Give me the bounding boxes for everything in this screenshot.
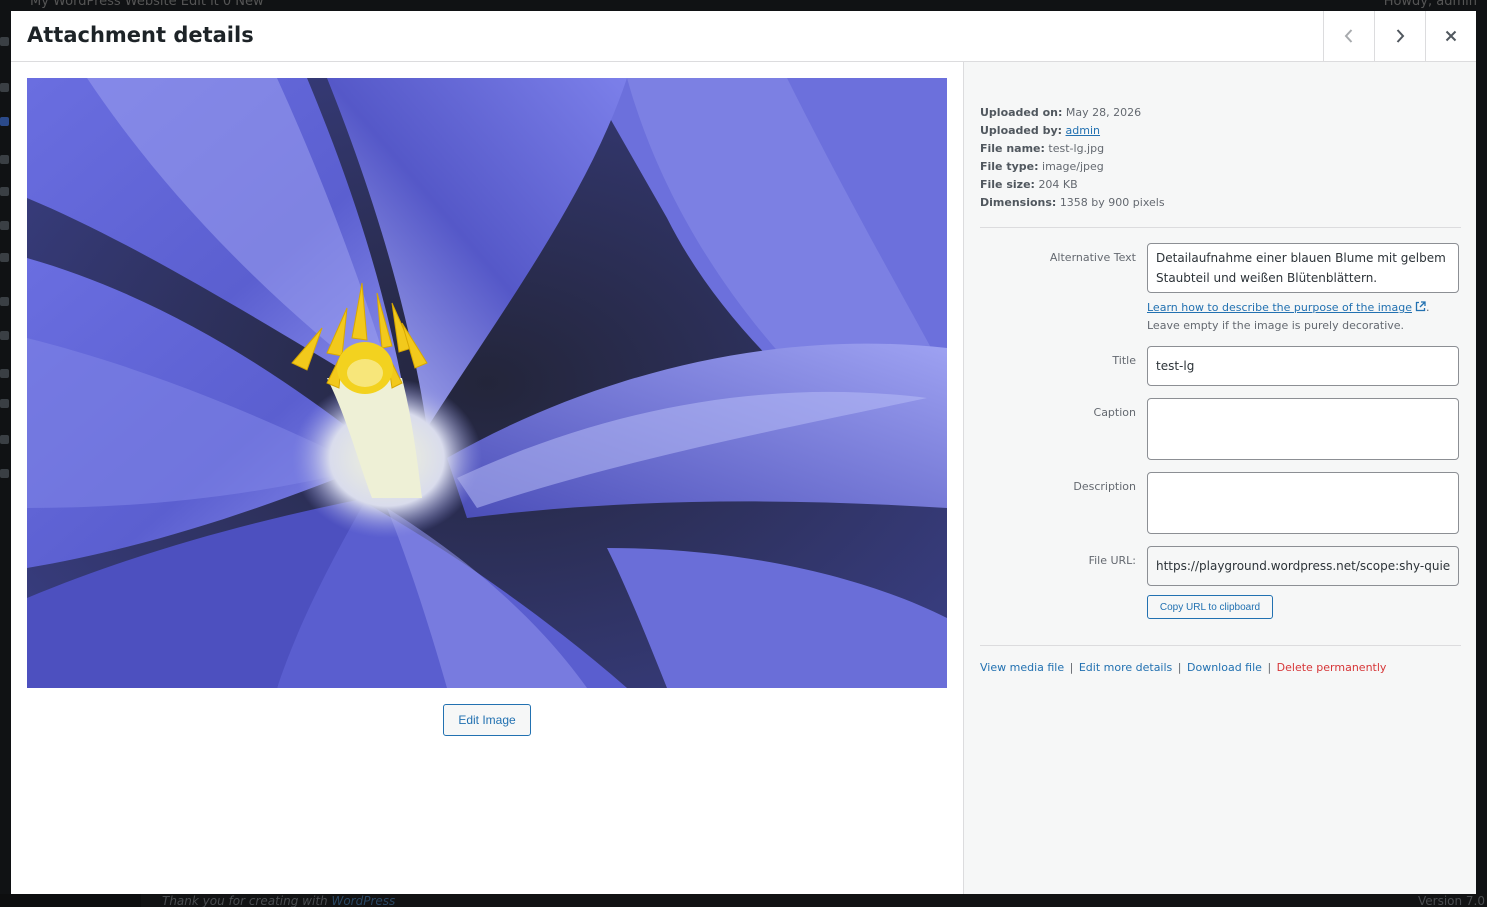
- menu-icon: [0, 297, 9, 306]
- chevron-right-icon: [1396, 29, 1405, 43]
- attachment-media-view: Edit Image: [11, 62, 963, 894]
- external-link-icon: [1415, 301, 1426, 312]
- alt-text-help: Learn how to describe the purpose of the…: [1147, 301, 1430, 332]
- file-name-row: File name: test-lg.jpg: [980, 142, 1105, 155]
- dimensions-row: Dimensions: 1358 by 900 pixels: [980, 196, 1165, 209]
- menu-icon: [0, 369, 9, 378]
- admin-menu-backdrop: [0, 11, 11, 907]
- page-backdrop-right: [1476, 11, 1487, 894]
- file-type-value: image/jpeg: [1042, 160, 1104, 173]
- title-input[interactable]: [1147, 346, 1459, 386]
- footer-version: Version 7.0: [1417, 894, 1485, 907]
- attachment-actions: View media file | Edit more details | Do…: [980, 661, 1387, 674]
- attachment-details-modal: Attachment details Edit Image Uploaded o…: [11, 11, 1476, 894]
- divider: [980, 645, 1461, 646]
- modal-title: Attachment details: [27, 23, 254, 47]
- close-icon: [1445, 30, 1457, 42]
- attachment-info-sidebar: Uploaded on: May 28, 2026 Uploaded by: a…: [963, 62, 1476, 894]
- next-button[interactable]: [1374, 11, 1425, 61]
- description-input[interactable]: [1147, 472, 1459, 534]
- previous-button[interactable]: [1323, 11, 1374, 61]
- menu-icon: [0, 83, 9, 92]
- alt-text-input[interactable]: Detailaufnahme einer blauen Blume mit ge…: [1147, 243, 1459, 293]
- admin-footer-backdrop: Thank you for creating with WordPress Ve…: [0, 894, 1487, 907]
- dimensions-value: 1358 by 900 pixels: [1059, 196, 1165, 209]
- menu-icon: [0, 435, 9, 444]
- caption-input[interactable]: [1147, 398, 1459, 460]
- menu-icon: [0, 37, 9, 46]
- menu-icon: [0, 331, 9, 340]
- file-details: Uploaded on: May 28, 2026 Uploaded by: a…: [980, 104, 1461, 212]
- view-media-file-link[interactable]: View media file: [980, 661, 1064, 674]
- menu-icon: [0, 187, 9, 196]
- menu-icon: [0, 469, 9, 478]
- uploaded-by-row: Uploaded by: admin: [980, 124, 1101, 137]
- file-name-value: test-lg.jpg: [1048, 142, 1105, 155]
- file-size-row: File size: 204 KB: [980, 178, 1078, 191]
- delete-permanently-link[interactable]: Delete permanently: [1277, 661, 1387, 674]
- title-label: Title: [1112, 354, 1136, 367]
- attachment-image: [27, 78, 947, 688]
- uploaded-by-link[interactable]: admin: [1066, 124, 1100, 137]
- edit-more-details-link[interactable]: Edit more details: [1079, 661, 1172, 674]
- alt-text-help-link[interactable]: Learn how to describe the purpose of the…: [1147, 301, 1426, 314]
- modal-header: Attachment details: [11, 11, 1476, 62]
- edit-image-button[interactable]: Edit Image: [443, 704, 531, 736]
- footer-thanks: Thank you for creating with WordPress: [162, 894, 396, 907]
- uploaded-on-row: Uploaded on: May 28, 2026: [980, 106, 1142, 119]
- flower-image: [27, 78, 947, 688]
- menu-icon: [0, 399, 9, 408]
- file-url-input[interactable]: [1147, 546, 1459, 586]
- download-file-link[interactable]: Download file: [1187, 661, 1262, 674]
- caption-label: Caption: [1093, 406, 1136, 419]
- admin-bar-backdrop: My WordPress Website Edit it 0 New Howdy…: [0, 0, 1487, 11]
- uploaded-on-value: May 28, 2026: [1065, 106, 1142, 119]
- close-button[interactable]: [1425, 11, 1476, 61]
- menu-icon: [0, 253, 9, 262]
- menu-icon: [0, 155, 9, 164]
- divider: [980, 227, 1461, 228]
- file-url-label: File URL:: [1088, 554, 1136, 567]
- admin-bar-text: My WordPress Website Edit it 0 New: [30, 0, 264, 9]
- copy-url-button[interactable]: Copy URL to clipboard: [1147, 595, 1273, 619]
- menu-icon-media: [0, 117, 9, 126]
- menu-icon: [0, 221, 9, 230]
- file-size-value: 204 KB: [1038, 178, 1078, 191]
- alt-text-label: Alternative Text: [1049, 251, 1136, 264]
- file-type-row: File type: image/jpeg: [980, 160, 1104, 173]
- description-label: Description: [1073, 480, 1136, 493]
- admin-bar-howdy: Howdy, admin: [1383, 0, 1477, 9]
- footer-wordpress-link[interactable]: WordPress: [331, 894, 395, 907]
- chevron-left-icon: [1344, 29, 1353, 43]
